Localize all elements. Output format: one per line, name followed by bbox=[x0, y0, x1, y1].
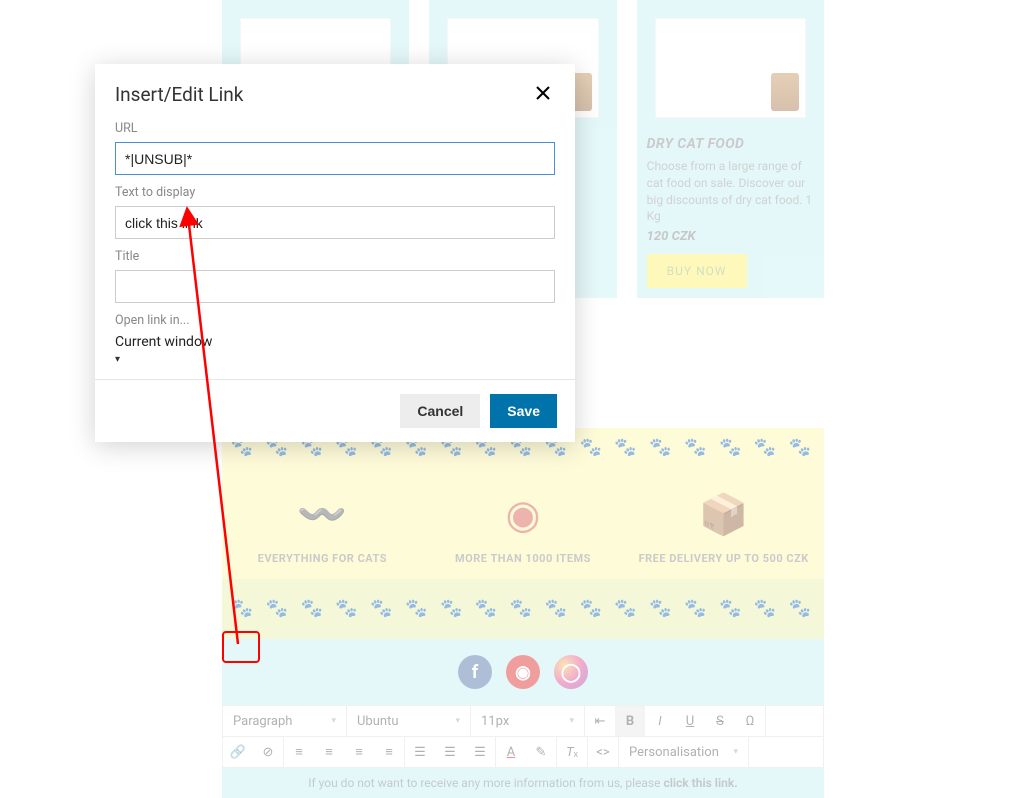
product-card: DRY CAT FOOD Choose from a large range o… bbox=[637, 0, 824, 298]
buy-now-button[interactable]: BUY NOW bbox=[647, 254, 747, 288]
save-button[interactable]: Save bbox=[490, 394, 557, 428]
align-center-icon[interactable]: ≡ bbox=[314, 737, 344, 767]
text-color-icon[interactable]: A bbox=[496, 737, 526, 767]
indent-out-icon[interactable]: ⇤ bbox=[585, 706, 615, 736]
feature-item: ◉ MORE THAN 1000 ITEMS bbox=[423, 486, 624, 565]
footer-unsubscribe: If you do not want to receive any more i… bbox=[222, 768, 824, 798]
italic-button[interactable]: I bbox=[645, 706, 675, 736]
product-description: Choose from a large range of cat food on… bbox=[647, 158, 814, 225]
size-select[interactable]: 11px▾ bbox=[471, 706, 585, 736]
list-more-icon[interactable]: ☰ bbox=[465, 737, 495, 767]
annotation-highlight bbox=[222, 631, 260, 663]
feature-label: EVERYTHING FOR CATS bbox=[222, 552, 423, 565]
underline-button[interactable]: U bbox=[675, 706, 705, 736]
close-button[interactable] bbox=[531, 82, 555, 107]
text-display-input[interactable] bbox=[115, 206, 555, 239]
title-input[interactable] bbox=[115, 270, 555, 303]
paw-decoration: 🐾 🐾 🐾 🐾 🐾 🐾 🐾 🐾 🐾 🐾 🐾 🐾 🐾 🐾 🐾 🐾 🐾 🐾 🐾 🐾 bbox=[222, 579, 824, 639]
clear-format-icon[interactable]: Tₓ bbox=[557, 737, 587, 767]
cat-icon: 〰️ bbox=[222, 486, 423, 542]
format-select[interactable]: Paragraph▾ bbox=[223, 706, 347, 736]
bullet-list-icon[interactable]: ☰ bbox=[435, 737, 465, 767]
editor-toolbar: Paragraph▾ Ubuntu▾ 11px▾ ⇤ B I U S Ω 🔗 ⊘ bbox=[222, 705, 824, 768]
box-icon: 📦 bbox=[623, 486, 824, 542]
feature-item: 〰️ EVERYTHING FOR CATS bbox=[222, 486, 423, 565]
align-justify-icon[interactable]: ≡ bbox=[374, 737, 404, 767]
instagram-icon[interactable]: ◯ bbox=[554, 655, 588, 689]
omega-icon[interactable]: Ω bbox=[735, 706, 765, 736]
product-title: DRY CAT FOOD bbox=[647, 136, 814, 152]
footer-unsubscribe-link[interactable]: click this link. bbox=[663, 776, 737, 790]
url-label: URL bbox=[115, 121, 555, 136]
open-link-label: Open link in... bbox=[115, 313, 555, 328]
link-button[interactable]: 🔗 bbox=[223, 737, 253, 767]
feature-label: MORE THAN 1000 ITEMS bbox=[423, 552, 624, 565]
code-icon[interactable]: <> bbox=[588, 737, 618, 767]
align-left-icon[interactable]: ≡ bbox=[284, 737, 314, 767]
feature-label: FREE DELIVERY UP TO 500 CZK bbox=[623, 552, 824, 565]
align-right-icon[interactable]: ≡ bbox=[344, 737, 374, 767]
cancel-button[interactable]: Cancel bbox=[400, 394, 480, 428]
text-display-label: Text to display bbox=[115, 185, 555, 200]
insert-link-modal: Insert/Edit Link URL Text to display Tit… bbox=[95, 64, 575, 442]
font-select[interactable]: Ubuntu▾ bbox=[347, 706, 471, 736]
product-price: 120 CZK bbox=[647, 229, 814, 244]
highlight-icon[interactable]: ✎ bbox=[526, 737, 556, 767]
close-icon bbox=[536, 86, 550, 100]
unlink-button[interactable]: ⊘ bbox=[253, 737, 283, 767]
numbered-list-icon[interactable]: ☰ bbox=[405, 737, 435, 767]
can-icon: ◉ bbox=[423, 486, 624, 542]
pinterest-icon[interactable]: ◉ bbox=[506, 655, 540, 689]
url-input[interactable] bbox=[115, 142, 555, 175]
title-label: Title bbox=[115, 249, 555, 264]
bold-button[interactable]: B bbox=[615, 706, 645, 736]
chevron-down-icon: ▾ bbox=[115, 354, 555, 365]
strike-button[interactable]: S bbox=[705, 706, 735, 736]
open-link-select[interactable]: Current window bbox=[115, 334, 555, 350]
social-row: f ◉ ◯ bbox=[222, 639, 824, 705]
feature-item: 📦 FREE DELIVERY UP TO 500 CZK bbox=[623, 486, 824, 565]
personalisation-select[interactable]: Personalisation▾ bbox=[619, 737, 749, 767]
modal-title: Insert/Edit Link bbox=[115, 83, 243, 106]
facebook-icon[interactable]: f bbox=[458, 655, 492, 689]
